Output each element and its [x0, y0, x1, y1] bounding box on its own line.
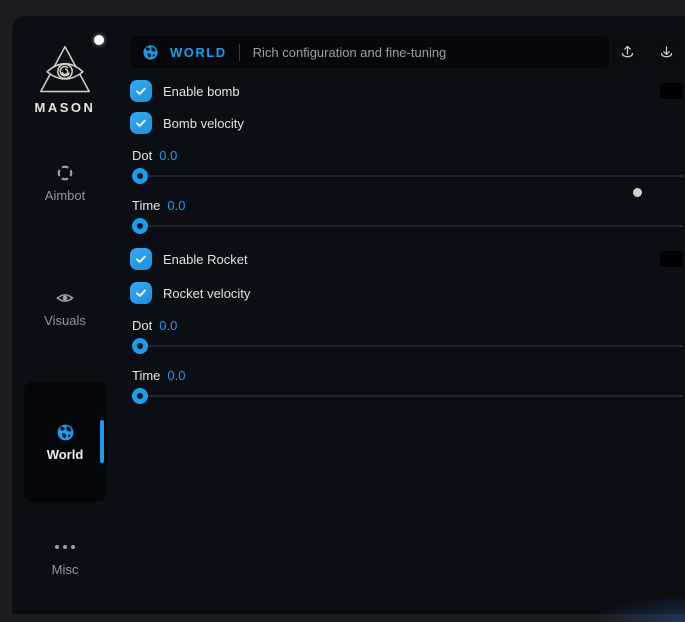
slider-track [132, 345, 683, 347]
slider-label-row: Time 0.0 [130, 366, 683, 384]
sidebar-item-visuals[interactable]: Visuals [24, 288, 106, 328]
globe-icon [56, 423, 75, 442]
check-icon [134, 286, 148, 300]
rocket-dot-slider[interactable] [130, 336, 683, 356]
download-icon [658, 44, 675, 61]
cursor-dot [94, 35, 104, 45]
slider-label: Dot [132, 148, 152, 163]
sidebar-item-label: Aimbot [45, 188, 85, 203]
bomb-dot-slider[interactable] [130, 166, 683, 186]
slider-label-row: Time 0.0 [130, 196, 683, 214]
download-config-button[interactable] [651, 36, 681, 68]
toggle-row-rocket-velocity: Rocket velocity [130, 282, 683, 304]
enable-bomb-checkbox[interactable] [130, 80, 152, 102]
sidebar-item-label: World [47, 447, 84, 462]
slider-group-rocket-dot: Dot 0.0 [130, 316, 683, 356]
sidebar-item-world[interactable]: World [24, 382, 106, 502]
upload-icon [619, 44, 636, 61]
eye-icon [55, 288, 75, 308]
slider-track [132, 175, 683, 177]
check-icon [134, 252, 148, 266]
bomb-velocity-checkbox[interactable] [130, 112, 152, 134]
toggle-row-enable-bomb: Enable bomb [130, 80, 683, 102]
checkbox-label: Enable Rocket [163, 252, 248, 267]
mason-window: MASON Aimbot Visuals World Misc [12, 16, 685, 614]
brand-logo: MASON [24, 44, 106, 115]
active-tab-indicator [100, 420, 104, 463]
sidebar-item-label: Visuals [44, 313, 86, 328]
slider-label: Time [132, 368, 160, 383]
sidebar-item-label: Misc [52, 562, 79, 577]
bomb-time-slider[interactable] [130, 216, 683, 236]
page-title: WORLD [170, 45, 227, 60]
toggle-row-enable-rocket: Enable Rocket [130, 248, 683, 270]
page-subtitle: Rich configuration and fine-tuning [253, 45, 447, 60]
slider-track [132, 395, 683, 397]
checkbox-label: Bomb velocity [163, 116, 244, 131]
sidebar-item-misc[interactable]: Misc [24, 537, 106, 577]
enable-rocket-checkbox[interactable] [130, 248, 152, 270]
slider-thumb[interactable] [132, 388, 148, 404]
toggle-row-bomb-velocity: Bomb velocity [130, 112, 683, 134]
slider-value: 0.0 [167, 368, 185, 383]
checkbox-label: Enable bomb [163, 84, 240, 99]
check-icon [134, 84, 148, 98]
globe-icon [142, 44, 159, 61]
sidebar-item-aimbot[interactable]: Aimbot [24, 163, 106, 203]
rocket-color-swatch[interactable] [660, 251, 683, 267]
crosshair-icon [55, 163, 75, 183]
header-divider [239, 44, 240, 61]
checkbox-label: Rocket velocity [163, 286, 250, 301]
slider-thumb[interactable] [132, 168, 148, 184]
slider-group-bomb-time: Time 0.0 [130, 196, 683, 236]
slider-label-row: Dot 0.0 [130, 316, 683, 334]
slider-thumb[interactable] [132, 218, 148, 234]
ellipsis-icon [55, 537, 75, 557]
eye-pyramid-logo-icon [36, 44, 94, 96]
slider-label-row: Dot 0.0 [130, 146, 683, 164]
brand-name: MASON [35, 100, 96, 115]
upload-config-button[interactable] [612, 36, 642, 68]
rocket-velocity-checkbox[interactable] [130, 282, 152, 304]
slider-value: 0.0 [159, 148, 177, 163]
bomb-color-swatch[interactable] [660, 83, 683, 99]
slider-value: 0.0 [167, 198, 185, 213]
secondary-cursor-dot [633, 188, 642, 197]
app-screenshot: MASON Aimbot Visuals World Misc [0, 0, 685, 622]
slider-label: Dot [132, 318, 152, 333]
slider-group-rocket-time: Time 0.0 [130, 366, 683, 406]
slider-label: Time [132, 198, 160, 213]
slider-thumb[interactable] [132, 338, 148, 354]
slider-group-bomb-dot: Dot 0.0 [130, 146, 683, 186]
slider-track [132, 225, 683, 227]
settings-panel: Enable bomb Bomb velocity Dot 0.0 [130, 80, 683, 416]
check-icon [134, 116, 148, 130]
rocket-time-slider[interactable] [130, 386, 683, 406]
page-header: WORLD Rich configuration and fine-tuning [130, 36, 609, 68]
slider-value: 0.0 [159, 318, 177, 333]
